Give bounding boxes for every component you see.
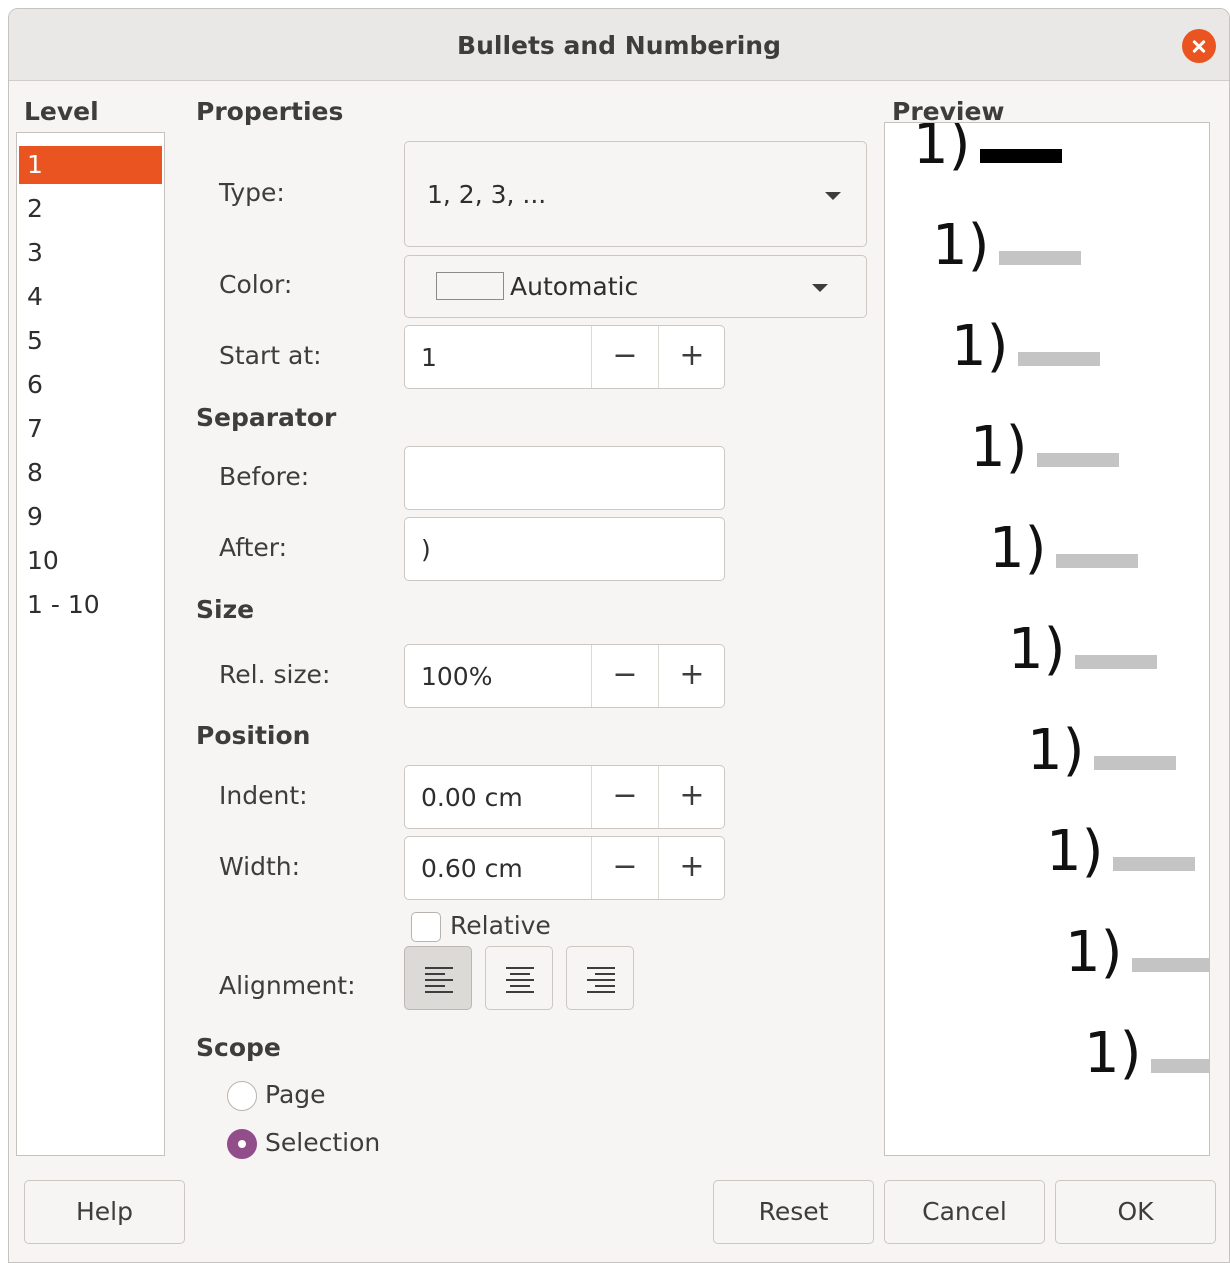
- scope-heading: Scope: [196, 1033, 281, 1062]
- level-list[interactable]: 1 2 3 4 5 6 7 8 9 10 1 - 10: [16, 132, 165, 1156]
- preview-level-10-bar: [1151, 1059, 1209, 1073]
- level-item-1[interactable]: 1: [19, 146, 162, 184]
- preview-level-6-bar: [1075, 655, 1157, 669]
- chevron-down-icon: [825, 192, 841, 200]
- preview-level-1-bar: [980, 149, 1062, 163]
- ok-button[interactable]: OK: [1055, 1180, 1216, 1244]
- level-item-10[interactable]: 10: [19, 542, 162, 580]
- plus-icon: +: [679, 778, 705, 813]
- preview-level-8-number: 1): [1046, 819, 1104, 884]
- level-item-7[interactable]: 7: [19, 410, 162, 448]
- start-at-increment[interactable]: +: [658, 326, 725, 388]
- title-bar: Bullets and Numbering: [9, 9, 1229, 81]
- after-input[interactable]: ): [404, 517, 725, 581]
- dialog-title: Bullets and Numbering: [457, 31, 781, 60]
- after-value: ): [421, 535, 431, 564]
- reset-button[interactable]: Reset: [713, 1180, 874, 1244]
- rel-size-increment[interactable]: +: [658, 645, 725, 707]
- type-value: 1, 2, 3, ...: [427, 180, 547, 209]
- minus-icon: −: [612, 849, 638, 884]
- page-radio-label: Page: [265, 1080, 326, 1109]
- rel-size-label: Rel. size:: [219, 660, 331, 689]
- after-label: After:: [219, 533, 288, 562]
- color-label: Color:: [219, 270, 293, 299]
- start-at-value: 1: [421, 343, 437, 372]
- rel-size-spinbox[interactable]: 100% − +: [404, 644, 725, 708]
- separator-heading: Separator: [196, 403, 337, 432]
- selection-radio[interactable]: [227, 1129, 257, 1159]
- start-at-decrement[interactable]: −: [591, 326, 658, 388]
- preview-level-6-number: 1): [1008, 617, 1066, 682]
- size-heading: Size: [196, 595, 255, 624]
- start-at-label: Start at:: [219, 341, 322, 370]
- color-value: Automatic: [510, 272, 639, 301]
- start-at-spinbox[interactable]: 1 − +: [404, 325, 725, 389]
- preview-level-4-bar: [1037, 453, 1119, 467]
- level-item-8[interactable]: 8: [19, 454, 162, 492]
- plus-icon: +: [679, 849, 705, 884]
- type-dropdown[interactable]: 1, 2, 3, ...: [404, 141, 867, 247]
- width-spinbox[interactable]: 0.60 cm − +: [404, 836, 725, 900]
- preview-level-5-bar: [1056, 554, 1138, 568]
- level-item-all[interactable]: 1 - 10: [19, 586, 162, 624]
- minus-icon: −: [612, 657, 638, 692]
- before-label: Before:: [219, 462, 310, 491]
- level-item-4[interactable]: 4: [19, 278, 162, 316]
- indent-label: Indent:: [219, 781, 308, 810]
- plus-icon: +: [679, 338, 705, 373]
- level-item-9[interactable]: 9: [19, 498, 162, 536]
- alignment-label: Alignment:: [219, 971, 356, 1000]
- indent-increment[interactable]: +: [658, 766, 725, 828]
- selection-radio-label: Selection: [265, 1128, 381, 1157]
- level-heading: Level: [24, 97, 99, 126]
- relative-label: Relative: [450, 911, 551, 940]
- position-heading: Position: [196, 721, 311, 750]
- indent-decrement[interactable]: −: [591, 766, 658, 828]
- level-item-3[interactable]: 3: [19, 234, 162, 272]
- preview-level-4-number: 1): [970, 415, 1028, 480]
- before-input[interactable]: [404, 446, 725, 510]
- preview-level-2-bar: [999, 251, 1081, 265]
- cancel-button[interactable]: Cancel: [884, 1180, 1045, 1244]
- preview-level-2-number: 1): [932, 213, 990, 278]
- minus-icon: −: [612, 338, 638, 373]
- indent-value: 0.00 cm: [421, 783, 523, 812]
- color-dropdown[interactable]: Automatic: [404, 255, 867, 318]
- width-increment[interactable]: +: [658, 837, 725, 899]
- level-item-2[interactable]: 2: [19, 190, 162, 228]
- help-button[interactable]: Help: [24, 1180, 185, 1244]
- page-radio[interactable]: [227, 1081, 257, 1111]
- preview-level-8-bar: [1113, 857, 1195, 871]
- relative-checkbox[interactable]: [411, 912, 441, 942]
- properties-heading: Properties: [196, 97, 344, 126]
- preview-level-9-bar: [1132, 958, 1209, 972]
- preview-level-3-number: 1): [951, 314, 1009, 379]
- close-icon[interactable]: [1182, 29, 1216, 63]
- plus-icon: +: [679, 657, 705, 692]
- preview-level-10-number: 1): [1084, 1021, 1142, 1086]
- chevron-down-icon: [812, 284, 828, 292]
- rel-size-decrement[interactable]: −: [591, 645, 658, 707]
- width-value: 0.60 cm: [421, 854, 523, 883]
- indent-spinbox[interactable]: 0.00 cm − +: [404, 765, 725, 829]
- type-label: Type:: [219, 178, 285, 207]
- preview-level-9-number: 1): [1065, 920, 1123, 985]
- minus-icon: −: [612, 778, 638, 813]
- preview-pane: 1) 1) 1) 1) 1) 1) 1) 1) 1) 1): [884, 122, 1210, 1156]
- preview-level-7-bar: [1094, 756, 1176, 770]
- preview-level-5-number: 1): [989, 516, 1047, 581]
- level-item-6[interactable]: 6: [19, 366, 162, 404]
- preview-level-7-number: 1): [1027, 718, 1085, 783]
- color-swatch: [436, 272, 504, 300]
- width-label: Width:: [219, 852, 301, 881]
- preview-level-3-bar: [1018, 352, 1100, 366]
- rel-size-value: 100%: [421, 662, 493, 691]
- preview-level-1-number: 1): [913, 122, 971, 177]
- level-item-5[interactable]: 5: [19, 322, 162, 360]
- align-right-button[interactable]: [566, 946, 634, 1010]
- width-decrement[interactable]: −: [591, 837, 658, 899]
- align-center-button[interactable]: [485, 946, 553, 1010]
- align-left-button[interactable]: [404, 946, 472, 1010]
